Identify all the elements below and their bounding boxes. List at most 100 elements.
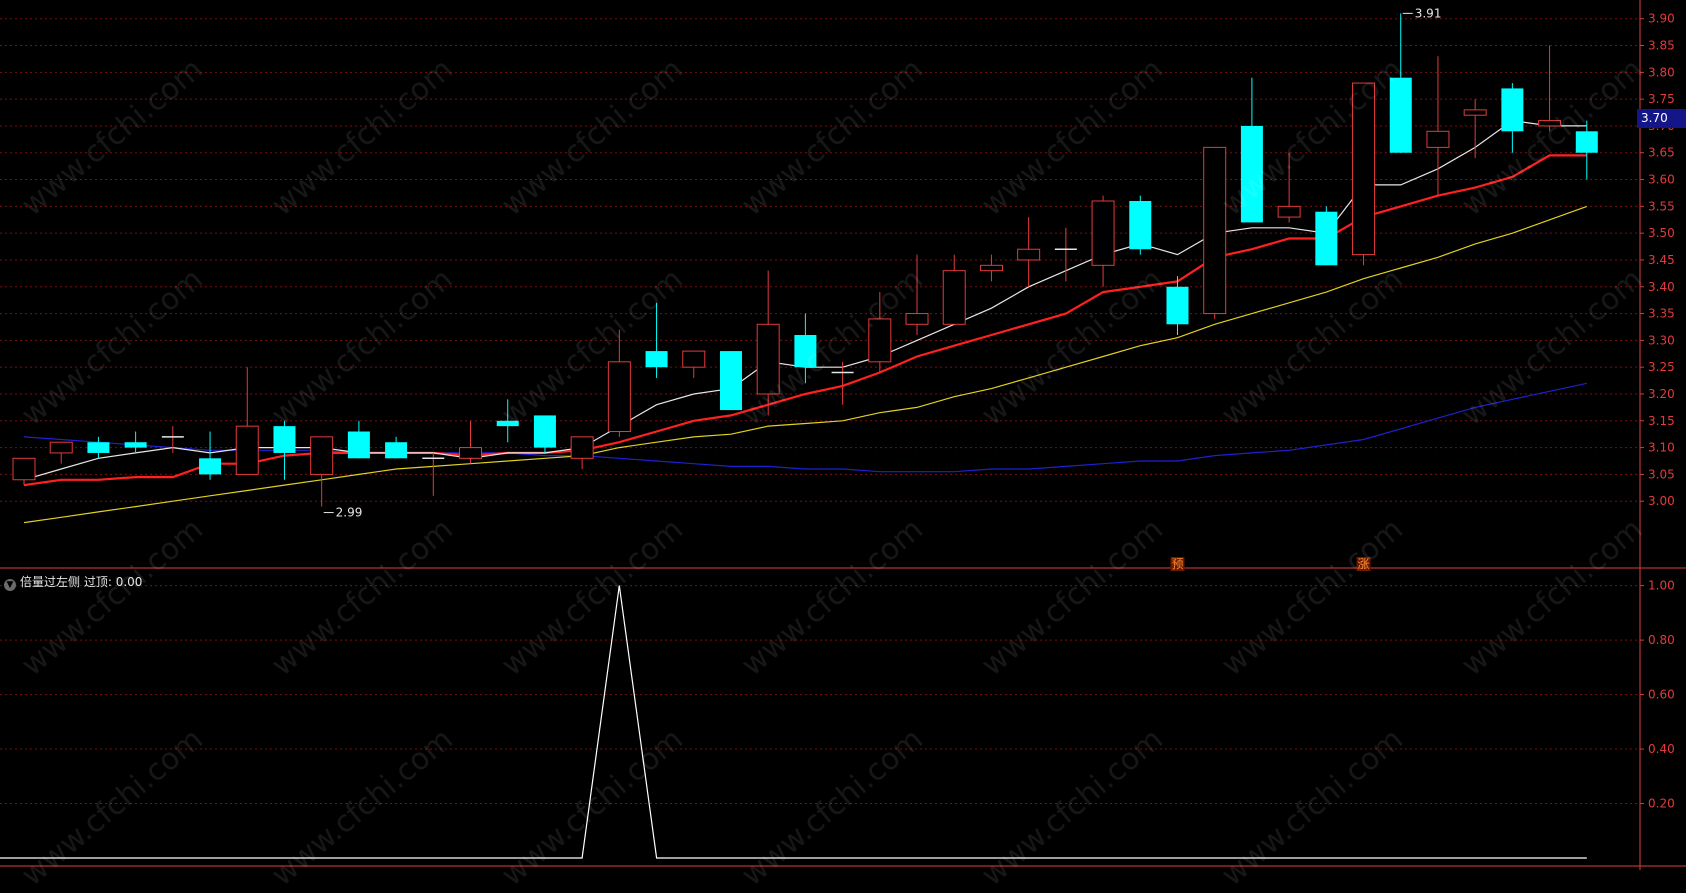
candle-body — [868, 318, 892, 363]
candle[interactable] — [1129, 195, 1152, 255]
indicator-name: 倍量过左侧 — [20, 575, 81, 589]
candle-body — [607, 361, 631, 433]
candle[interactable] — [1017, 217, 1041, 287]
signal-label: 涨 — [1358, 556, 1370, 571]
collapse-icon[interactable]: ▼ — [4, 579, 16, 591]
candle-body — [1166, 286, 1189, 325]
candle-body — [1017, 248, 1041, 261]
candle[interactable] — [1054, 227, 1077, 282]
y-tick-label: 3.30 — [1648, 333, 1675, 347]
candle[interactable] — [1203, 146, 1227, 319]
candle-body — [1129, 200, 1152, 250]
y-tick-label: 3.05 — [1648, 467, 1675, 481]
y-tick-label: 3.75 — [1648, 92, 1675, 106]
candle[interactable] — [1501, 83, 1524, 153]
candle[interactable] — [1538, 45, 1562, 132]
y-tick-label: 3.15 — [1648, 414, 1675, 428]
candle[interactable] — [385, 436, 408, 459]
candle[interactable] — [533, 415, 556, 453]
candle[interactable] — [942, 254, 966, 325]
candle-body — [1389, 77, 1412, 153]
y-tick-label: 3.40 — [1648, 280, 1675, 294]
candle[interactable] — [979, 254, 1003, 282]
y-tick-label: 3.45 — [1648, 253, 1675, 267]
candle[interactable] — [1277, 152, 1301, 223]
candle[interactable] — [1091, 195, 1115, 287]
signal-label: 预 — [1171, 557, 1183, 571]
stock-chart[interactable]: 3.00 3.05 3.10 3.15 3.20 3.25 3.30 3.35 3.40 3.45… — [0, 0, 1686, 870]
candle[interactable] — [459, 420, 483, 464]
indicator-grid — [0, 585, 1644, 805]
y-tick-label: 3.80 — [1648, 65, 1675, 79]
candle[interactable] — [645, 302, 668, 378]
y-tick-label: 3.85 — [1648, 39, 1675, 53]
indicator-line — [0, 585, 1587, 859]
candle-body — [199, 458, 222, 475]
candle-body — [942, 270, 966, 325]
indicator-tick-label: 0.80 — [1648, 633, 1675, 647]
candle[interactable] — [1352, 82, 1376, 266]
candle-body — [347, 431, 370, 459]
candle[interactable] — [87, 436, 110, 459]
y-tick-label: 3.25 — [1648, 360, 1675, 374]
candle-body — [682, 350, 706, 368]
candle-body — [979, 264, 1003, 272]
candle[interactable] — [1463, 99, 1487, 159]
candle-body — [719, 351, 742, 411]
indicator-title: ▼ 倍量过左侧 过顶: 0.00 — [4, 574, 143, 591]
indicator-axis-labels: 0.20 0.40 0.60 0.80 1.00 — [1648, 579, 1675, 811]
indicator-tick-label: 0.20 — [1648, 797, 1675, 811]
candle-body — [756, 323, 780, 395]
candle[interactable] — [124, 431, 147, 453]
candle[interactable] — [496, 399, 519, 443]
candle[interactable] — [49, 441, 73, 464]
y-tick-label: 3.55 — [1648, 199, 1675, 213]
candle[interactable] — [570, 436, 594, 470]
y-tick-label: 3.35 — [1648, 307, 1675, 321]
candle-body — [12, 457, 36, 481]
candle-body — [1426, 130, 1450, 148]
candle[interactable] — [905, 254, 929, 336]
y-tick-label: 3.90 — [1648, 12, 1675, 26]
candle[interactable] — [12, 457, 36, 486]
candle[interactable] — [347, 420, 370, 459]
y-tick-label: 3.65 — [1648, 146, 1675, 160]
candle-body — [533, 415, 556, 448]
indicator-tick-label: 0.60 — [1648, 688, 1675, 702]
candle[interactable] — [756, 270, 780, 416]
candle[interactable] — [199, 431, 222, 480]
candle[interactable] — [607, 329, 631, 437]
candle-body — [1315, 211, 1338, 266]
candle[interactable] — [868, 292, 892, 373]
candle[interactable] — [1166, 276, 1189, 336]
candle-body — [1575, 131, 1598, 153]
indicator-tick-label: 0.40 — [1648, 742, 1675, 756]
candle-body — [1091, 200, 1115, 266]
signal-markers: 预涨 — [1170, 556, 1371, 571]
candle[interactable] — [1315, 206, 1338, 266]
candle[interactable] — [1575, 120, 1598, 180]
price-annotations: 2.99 3.91 — [323, 6, 1441, 520]
indicator-param-value: 0.00 — [115, 575, 143, 589]
candle-body — [1277, 205, 1301, 218]
indicator-param-label: 过顶: — [83, 575, 112, 589]
y-tick-label: 3.20 — [1648, 387, 1675, 401]
candle[interactable] — [1389, 13, 1412, 153]
candle[interactable] — [719, 351, 742, 411]
indicator-tick-label: 1.00 — [1648, 579, 1675, 593]
candle-body — [905, 313, 929, 325]
candle-body — [794, 335, 817, 368]
candle[interactable] — [682, 350, 706, 378]
y-tick-label: 3.00 — [1648, 494, 1675, 508]
candle[interactable] — [794, 313, 817, 384]
candle-body — [570, 436, 594, 459]
candle-body — [124, 442, 147, 448]
y-tick-label: 3.60 — [1648, 173, 1675, 187]
candle[interactable] — [310, 436, 334, 507]
candle-body — [1463, 109, 1487, 116]
candle[interactable] — [235, 367, 259, 475]
candle-body — [1352, 82, 1376, 256]
candle[interactable] — [273, 420, 296, 480]
annotation-label: 2.99 — [336, 506, 363, 520]
candle[interactable] — [1240, 77, 1263, 223]
